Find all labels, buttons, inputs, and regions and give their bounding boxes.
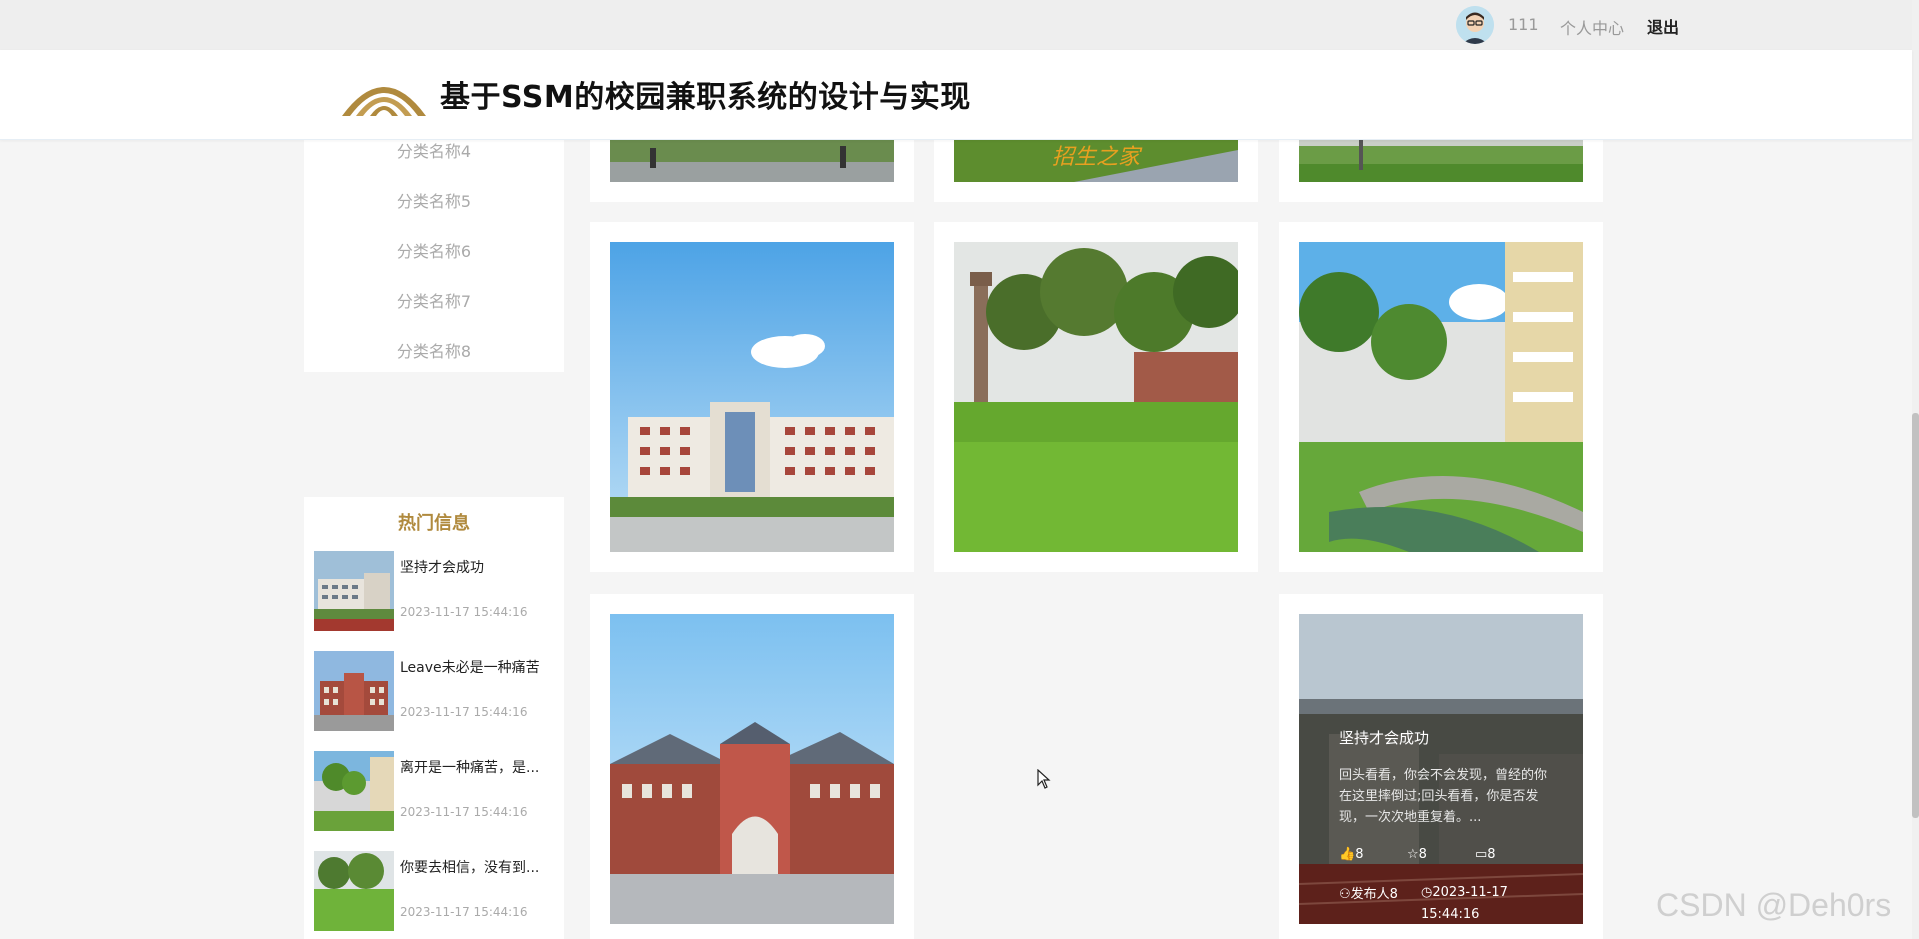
star-icon: ☆ bbox=[1407, 847, 1419, 862]
favorite-count[interactable]: ☆8 bbox=[1407, 847, 1427, 862]
card-image[interactable] bbox=[610, 242, 894, 552]
mouse-cursor-icon bbox=[1037, 768, 1051, 793]
card-image[interactable] bbox=[1299, 242, 1583, 552]
card-hover-overlay[interactable]: 坚持才会成功 回头看看，你会不会发现，曾经的你在这里摔倒过;回头看看，你是否发现… bbox=[1299, 699, 1583, 924]
hot-item-title[interactable]: 离开是一种痛苦，是... bbox=[400, 757, 555, 777]
image-card[interactable] bbox=[934, 222, 1258, 572]
category-item[interactable]: 分类名称8 bbox=[304, 338, 564, 362]
hot-info-panel: 热门信息 坚持才会成功 2023-11-17 15:44:16 Leave未必是… bbox=[304, 497, 564, 939]
comment-icon: ▭ bbox=[1475, 847, 1488, 862]
user-icon: ⚇ bbox=[1339, 887, 1351, 902]
hot-item[interactable]: 离开是一种痛苦，是... 2023-11-17 15:44:16 bbox=[314, 751, 559, 833]
watermark: CSDN @Deh0rs bbox=[1656, 887, 1892, 923]
personal-center-link[interactable]: 个人中心 bbox=[1560, 15, 1624, 39]
banner-text: 招生之家 bbox=[1052, 145, 1143, 170]
card-image[interactable] bbox=[610, 614, 894, 924]
comment-count[interactable]: ▭8 bbox=[1475, 847, 1496, 862]
top-bar: 111 个人中心 退出 bbox=[0, 0, 1912, 50]
publish-time: ◷2023-11-17 15:44:16 bbox=[1421, 885, 1508, 922]
category-item[interactable]: 分类名称6 bbox=[304, 238, 564, 262]
publisher: ⚇发布人8 bbox=[1339, 887, 1398, 902]
image-card[interactable] bbox=[1279, 222, 1603, 572]
site-header: 基于SSM的校园兼职系统的设计与实现 bbox=[0, 50, 1912, 140]
hot-item-title[interactable]: 你要去相信，没有到... bbox=[400, 857, 555, 877]
hot-item[interactable]: 坚持才会成功 2023-11-17 15:44:16 bbox=[314, 551, 559, 633]
clock-icon: ◷ bbox=[1421, 885, 1433, 900]
hot-item-time: 2023-11-17 15:44:16 bbox=[400, 905, 528, 919]
hot-item-time: 2023-11-17 15:44:16 bbox=[400, 705, 528, 719]
category-panel: 分类名称4 分类名称5 分类名称6 分类名称7 分类名称8 bbox=[304, 120, 564, 372]
scrollbar-thumb[interactable] bbox=[1912, 413, 1919, 818]
hot-item-thumbnail[interactable] bbox=[314, 851, 394, 931]
card-image[interactable]: 坚持才会成功 回头看看，你会不会发现，曾经的你在这里摔倒过;回头看看，你是否发现… bbox=[1299, 614, 1583, 924]
image-card[interactable] bbox=[590, 222, 914, 572]
like-count[interactable]: 👍8 bbox=[1339, 847, 1363, 862]
image-card[interactable]: 坚持才会成功 回头看看，你会不会发现，曾经的你在这里摔倒过;回头看看，你是否发现… bbox=[1279, 594, 1603, 939]
hot-item-thumbnail[interactable] bbox=[314, 551, 394, 631]
logo-arch-icon[interactable] bbox=[340, 64, 428, 120]
hot-item-thumbnail[interactable] bbox=[314, 751, 394, 831]
hot-item-time: 2023-11-17 15:44:16 bbox=[400, 605, 528, 619]
overlay-title[interactable]: 坚持才会成功 bbox=[1339, 727, 1429, 748]
category-item[interactable]: 分类名称5 bbox=[304, 188, 564, 212]
card-image[interactable] bbox=[954, 242, 1238, 552]
site-title: 基于SSM的校园兼职系统的设计与实现 bbox=[440, 80, 971, 115]
logout-link[interactable]: 退出 bbox=[1647, 14, 1679, 38]
image-card[interactable] bbox=[590, 594, 914, 939]
category-item[interactable]: 分类名称7 bbox=[304, 288, 564, 312]
avatar[interactable] bbox=[1456, 6, 1494, 44]
hot-item-title[interactable]: Leave未必是一种痛苦 bbox=[400, 657, 555, 677]
hot-item[interactable]: 你要去相信，没有到... 2023-11-17 15:44:16 bbox=[314, 851, 559, 933]
category-item[interactable]: 分类名称4 bbox=[304, 138, 564, 162]
hot-info-title: 热门信息 bbox=[398, 513, 470, 534]
overlay-description: 回头看看，你会不会发现，曾经的你在这里摔倒过;回头看看，你是否发现，一次次地重复… bbox=[1339, 768, 1548, 825]
page-scrollbar[interactable] bbox=[1912, 0, 1919, 939]
hot-item-thumbnail[interactable] bbox=[314, 651, 394, 731]
like-icon: 👍 bbox=[1339, 847, 1356, 862]
hot-item-title[interactable]: 坚持才会成功 bbox=[400, 557, 555, 577]
hot-item[interactable]: Leave未必是一种痛苦 2023-11-17 15:44:16 bbox=[314, 651, 559, 733]
username-label: 111 bbox=[1508, 15, 1539, 34]
hot-item-time: 2023-11-17 15:44:16 bbox=[400, 805, 528, 819]
